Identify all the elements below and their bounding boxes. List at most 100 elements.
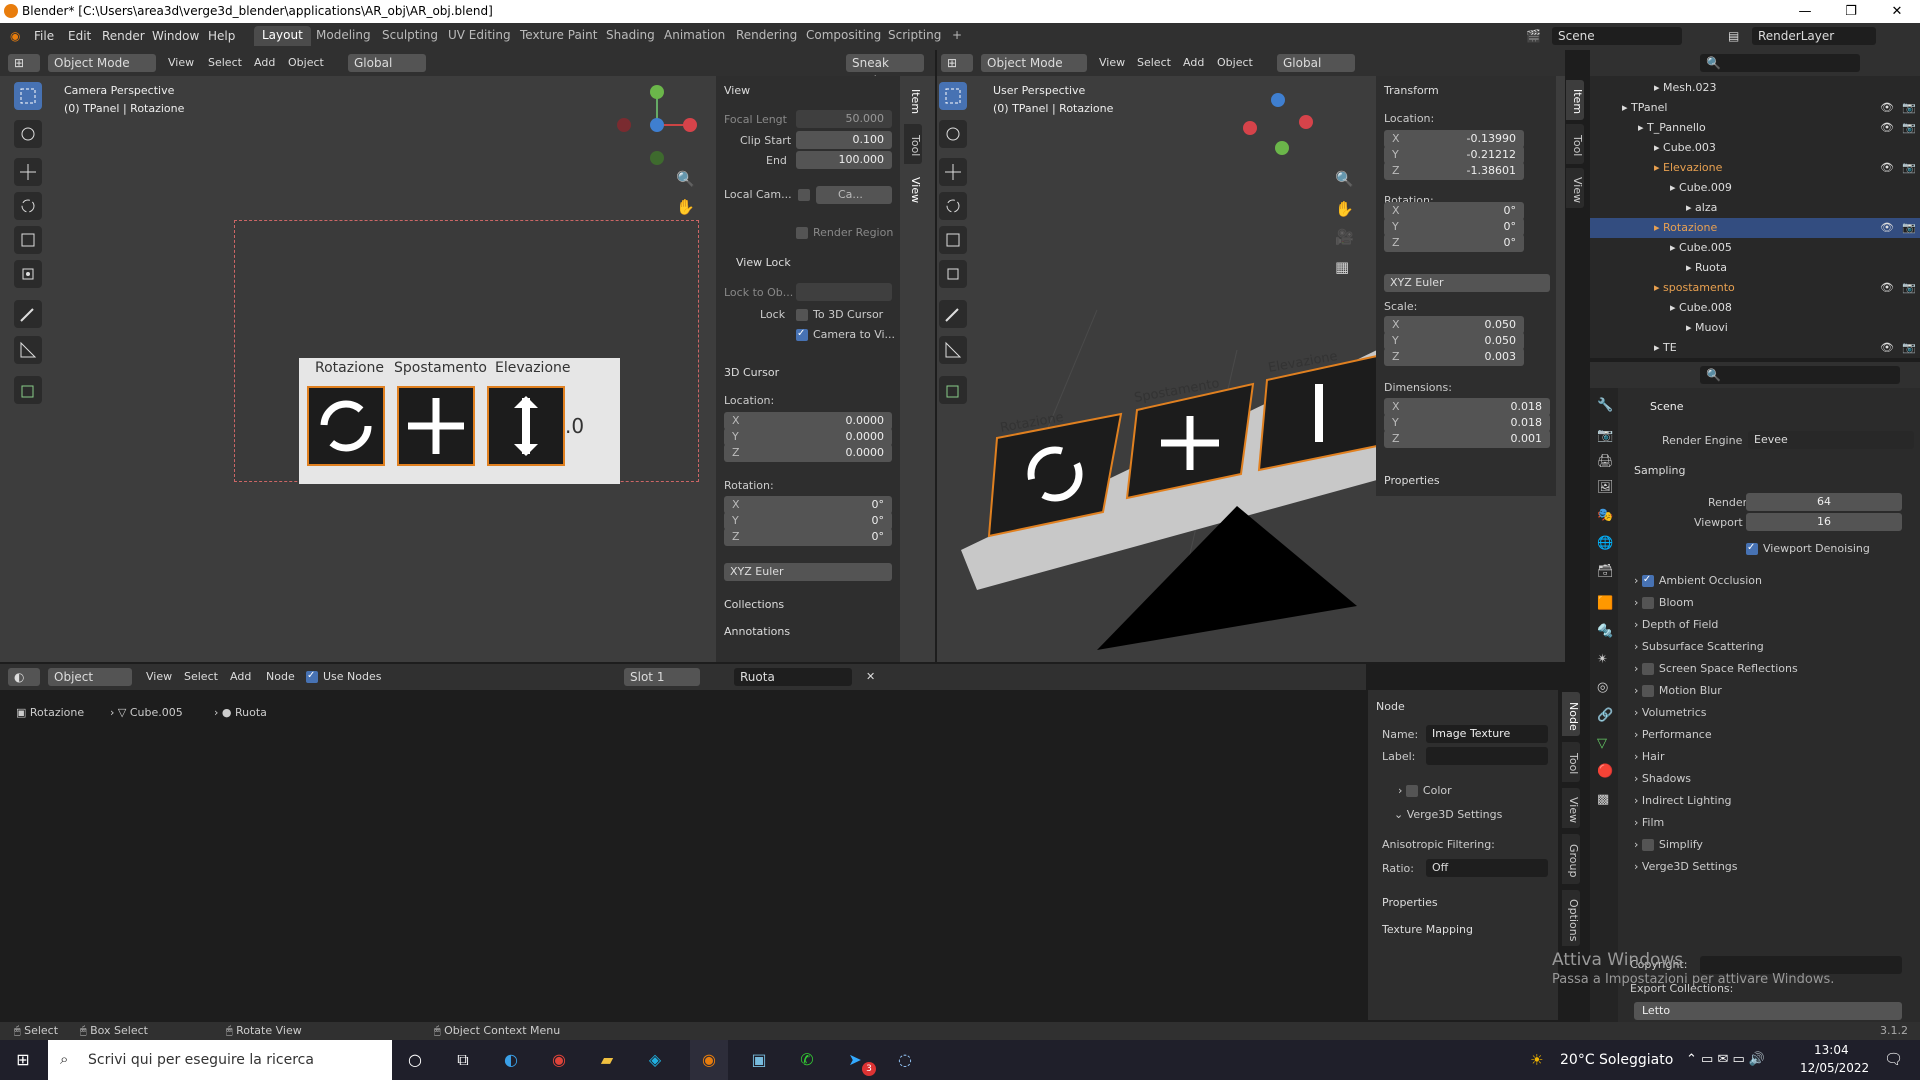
tab-rendering[interactable]: Rendering [728, 26, 805, 46]
tab-layout[interactable]: Layout [254, 26, 311, 46]
property-section-screen-space-reflections[interactable]: › Screen Space Reflections [1634, 662, 1798, 675]
property-section-performance[interactable]: › Performance [1634, 728, 1712, 741]
outliner-row[interactable]: ▸ TE 👁 📷 [1590, 338, 1920, 358]
tab-texture-paint[interactable]: Texture Paint [512, 26, 605, 46]
material-name-field[interactable]: Ruota [734, 668, 852, 686]
render-camera-icon[interactable]: 📷 [1902, 158, 1916, 178]
constraint-tab-icon[interactable]: 🔗 [1597, 708, 1613, 723]
material-slot-dropdown[interactable]: Slot 1 [624, 668, 700, 686]
output-tab-icon[interactable]: 🖨 [1597, 454, 1614, 469]
taskbar-date[interactable]: 12/05/2022 [1800, 1061, 1869, 1075]
render-camera-icon[interactable]: 📷 [1902, 118, 1916, 138]
clip-end-field[interactable]: 100.000 [796, 151, 892, 169]
property-section-bloom[interactable]: › Bloom [1634, 596, 1694, 609]
scene-selector-icon[interactable]: 🎬 [1526, 29, 1541, 43]
node-label-field[interactable] [1426, 747, 1548, 765]
properties-search-input[interactable]: 🔍 [1700, 366, 1900, 384]
store-icon[interactable]: ▣ [740, 1040, 778, 1080]
cursor-rotation-z-field[interactable]: Z 0° [724, 528, 892, 546]
property-section-indirect-lighting[interactable]: › Indirect Lighting [1634, 794, 1732, 807]
lock-to-object-field[interactable] [796, 283, 892, 301]
property-section-subsurface-scattering[interactable]: › Subsurface Scattering [1634, 640, 1764, 653]
focal-length-field[interactable]: 50.000 [796, 110, 892, 128]
unlink-material-icon[interactable]: ✕ [866, 670, 875, 683]
render-region-label[interactable]: Render Region [796, 226, 893, 239]
local-camera-field[interactable]: Ca... [816, 186, 892, 204]
view-layer-field[interactable]: RenderLayer [1752, 27, 1876, 45]
app-icon-2[interactable]: ◌ [886, 1040, 924, 1080]
use-nodes-checkbox[interactable]: Use Nodes [306, 670, 382, 683]
view-layer-icon[interactable]: ▤ [1728, 29, 1739, 43]
transform-header[interactable]: Transform [1384, 84, 1439, 97]
node-tab-view[interactable]: View [1562, 788, 1580, 828]
node-verge3d-section[interactable]: ⌄ Verge3D Settings [1394, 808, 1502, 821]
transform-properties-section[interactable]: Properties [1384, 474, 1440, 487]
scene-name-field[interactable]: Scene [1552, 27, 1682, 45]
material-tab-icon[interactable]: 🔴 [1597, 764, 1613, 779]
node-editor[interactable]: ◐ Object View Select Add Node Use Nodes … [0, 664, 1366, 1022]
maximize-button[interactable]: ❐ [1828, 0, 1874, 23]
sneak-peek-button[interactable]: Sneak Peek [846, 54, 924, 88]
node-properties-section[interactable]: Properties [1382, 896, 1438, 909]
lock-to-cursor-checkbox[interactable]: To 3D Cursor [796, 308, 883, 321]
app-icon[interactable]: ◈ [636, 1040, 674, 1080]
measure-tool-icon[interactable] [14, 336, 42, 364]
collections-section[interactable]: Collections [724, 598, 784, 611]
render-tab-icon[interactable]: 📷 [1597, 428, 1613, 443]
tab-scripting[interactable]: Scripting [880, 26, 949, 46]
cortana-icon[interactable]: ○ [396, 1040, 434, 1080]
minimize-button[interactable]: — [1782, 0, 1828, 23]
location-z-field[interactable]: Z -1.38601 [1384, 162, 1524, 180]
cursor-location-z-field[interactable]: Z 0.0000 [724, 444, 892, 462]
weather-icon[interactable]: ☀ [1530, 1051, 1543, 1069]
render-camera-icon[interactable]: 📷 [1902, 218, 1916, 238]
close-button[interactable]: ✕ [1874, 0, 1920, 23]
physics-tab-icon[interactable]: ◎ [1597, 680, 1608, 695]
node-object-dropdown[interactable]: Object [48, 668, 132, 686]
viewport-menu-add[interactable]: Add [254, 56, 275, 69]
outliner-row[interactable]: ▸ spostamento 👁 📷 [1590, 278, 1920, 298]
edge-icon[interactable]: ◐ [492, 1040, 530, 1080]
navigation-gizmo[interactable] [612, 80, 702, 170]
taskbar-time[interactable]: 13:04 [1814, 1043, 1849, 1057]
tab-shading[interactable]: Shading [598, 26, 663, 46]
grid-view-icon[interactable]: ▦ [1335, 258, 1349, 276]
cursor-tool-icon[interactable] [14, 120, 42, 148]
collection-tab-icon[interactable]: 🗃 [1597, 564, 1614, 579]
property-section-hair[interactable]: › Hair [1634, 750, 1665, 763]
node-color-section[interactable]: › Color [1398, 784, 1452, 797]
visibility-eye-icon[interactable]: 👁 [1880, 158, 1894, 178]
tab-compositing[interactable]: Compositing [798, 26, 889, 46]
node-menu-node[interactable]: Node [266, 670, 295, 683]
task-view-icon[interactable]: ⧉ [444, 1040, 482, 1080]
visibility-eye-icon[interactable]: 👁 [1880, 278, 1894, 298]
object-mode-dropdown[interactable]: Object Mode [48, 54, 156, 72]
node-editor-type-button[interactable]: ◐ [8, 668, 40, 686]
rotation-z-field[interactable]: Z 0° [1384, 234, 1524, 252]
rotate-tool-icon[interactable] [14, 192, 42, 220]
right-sidebar-tab-item[interactable]: Item [1566, 80, 1584, 120]
property-section-verge3d-settings[interactable]: › Verge3D Settings [1634, 860, 1738, 873]
blender-taskbar-icon[interactable]: ◉ [690, 1040, 728, 1080]
property-section-depth-of-field[interactable]: › Depth of Field [1634, 618, 1718, 631]
render-camera-icon[interactable]: 📷 [1902, 98, 1916, 118]
transform-tool-icon[interactable] [14, 260, 42, 288]
view-layer-tab-icon[interactable]: 🖼 [1597, 480, 1614, 495]
sampling-section[interactable]: Sampling [1634, 464, 1686, 477]
menu-edit[interactable]: Edit [68, 29, 91, 43]
node-tab-node[interactable]: Node [1562, 692, 1580, 736]
menu-window[interactable]: Window [152, 29, 199, 43]
clip-start-field[interactable]: 0.100 [796, 131, 892, 149]
outliner-row[interactable]: ▸ Rotazione 👁 📷 [1590, 218, 1920, 238]
outliner-row[interactable]: ▸ Cube.009 [1590, 178, 1920, 198]
tool-tab-icon[interactable]: 🔧 [1597, 398, 1613, 413]
data-tab-icon[interactable]: ▽ [1597, 736, 1607, 751]
pan-hand-icon-right[interactable]: ✋ [1335, 200, 1354, 218]
node-menu-view[interactable]: View [146, 670, 172, 683]
ratio-dropdown[interactable]: Off [1426, 859, 1548, 877]
outliner-search-input[interactable]: 🔍 [1700, 54, 1860, 72]
node-section-header[interactable]: Node [1376, 700, 1405, 713]
viewport-menu-view[interactable]: View [168, 56, 194, 69]
scale-z-field[interactable]: Z 0.003 [1384, 348, 1524, 366]
weather-text[interactable]: 20°C Soleggiato [1560, 1052, 1673, 1068]
